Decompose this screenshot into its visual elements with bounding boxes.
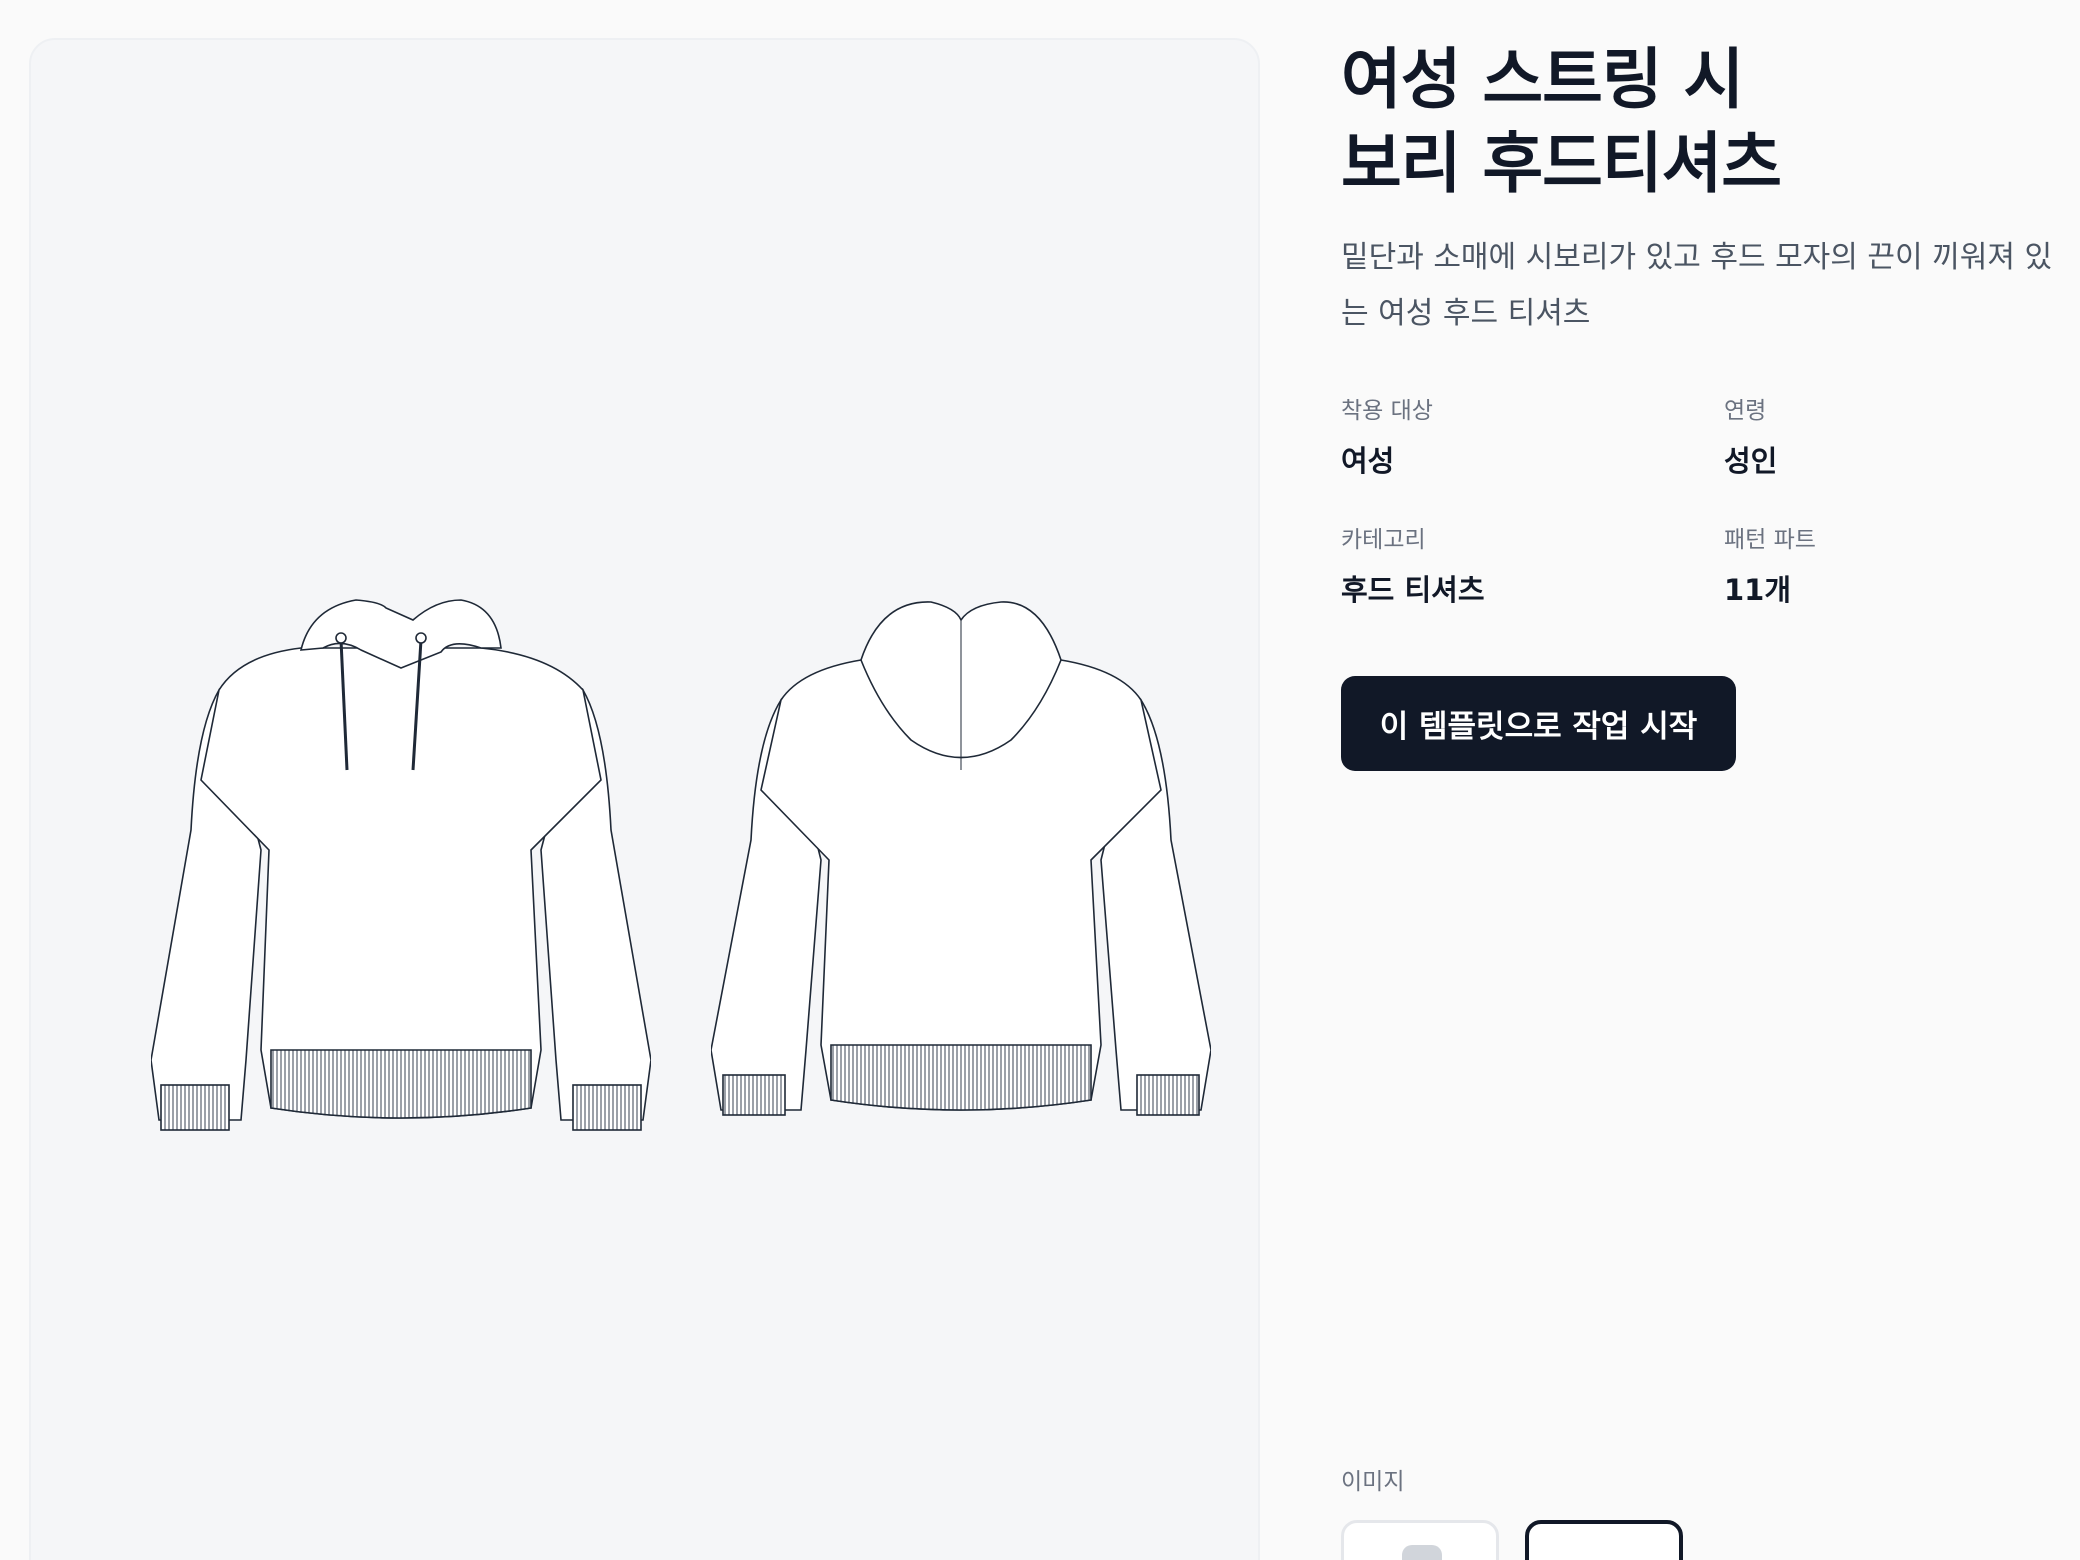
- attribute-label: 연령: [1724, 398, 1767, 424]
- attribute-category: 카테고리 후드 티셔츠: [1341, 524, 1485, 608]
- attribute-value: 후드 티셔츠: [1341, 573, 1485, 607]
- hoodie-front-sketch: [151, 599, 651, 1131]
- description-line2: 는 여성 후드 티셔츠: [1341, 296, 1591, 331]
- attribute-value: 여성: [1341, 444, 1395, 478]
- attribute-pattern-parts: 패턴 파트 11개: [1724, 524, 1816, 608]
- attribute-value: 11개: [1724, 573, 1792, 607]
- product-description: 밑단과 소매에 시보리가 있고 후드 모자의 끈이 끼워져 있 는 여성 후드 …: [1341, 230, 2061, 342]
- description-line1: 밑단과 소매에 시보리가 있고 후드 모자의 끈이 끼워져 있: [1341, 240, 2053, 275]
- attribute-label: 패턴 파트: [1724, 527, 1816, 553]
- hoodie-back-sketch: [711, 601, 1211, 1116]
- product-title: 여성 스트링 시 보리 후드티셔츠: [1341, 38, 1881, 206]
- images-section-label: 이미지: [1341, 1469, 1405, 1495]
- attribute-label: 카테고리: [1341, 527, 1426, 553]
- product-title-line2: 보리 후드티셔츠: [1341, 125, 1782, 202]
- attribute-age: 연령 성인: [1724, 395, 1777, 479]
- image-thumbnail[interactable]: [1341, 1520, 1499, 1560]
- attribute-target: 착용 대상 여성: [1341, 395, 1433, 479]
- attribute-value: 성인: [1724, 444, 1778, 478]
- attribute-label: 착용 대상: [1341, 398, 1433, 424]
- product-image-panel: [29, 38, 1260, 1560]
- image-thumbnail-selected[interactable]: [1525, 1520, 1683, 1560]
- start-with-template-button[interactable]: 이 템플릿으로 작업 시작: [1341, 676, 1736, 771]
- product-title-line1: 여성 스트링 시: [1341, 41, 1744, 118]
- thumbnail-preview: [1402, 1545, 1442, 1560]
